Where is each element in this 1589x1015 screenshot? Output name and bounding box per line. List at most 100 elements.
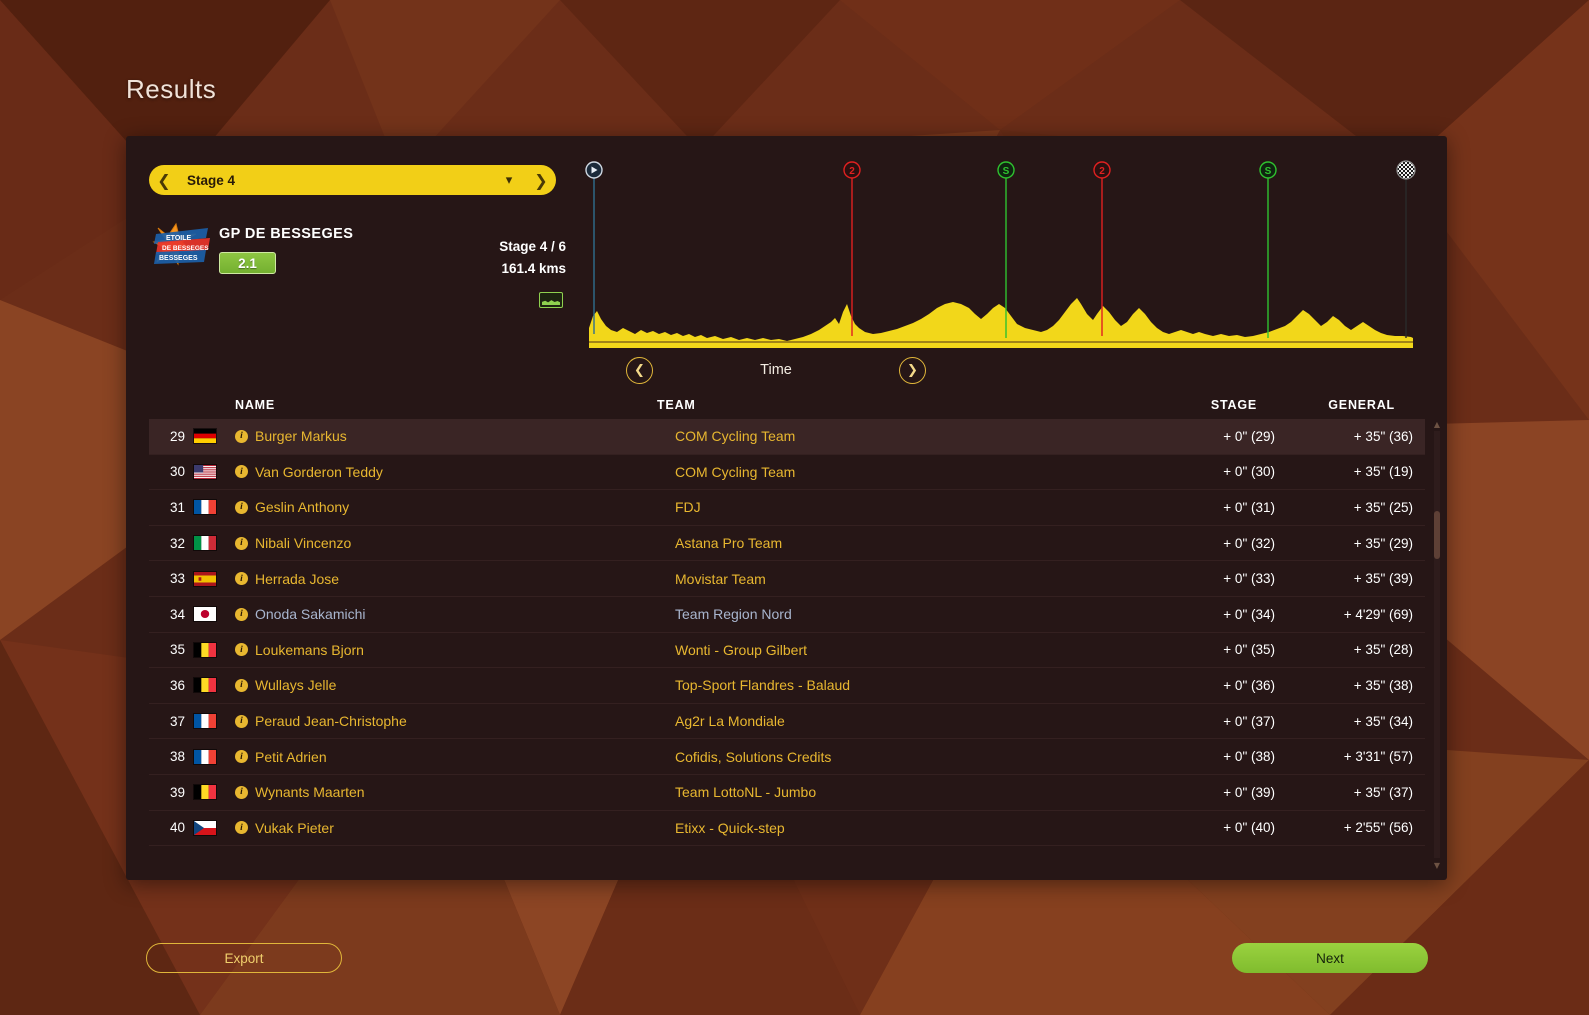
info-icon[interactable]: i [235,643,248,657]
row-name-cell[interactable]: i Onoda Sakamichi [235,606,675,622]
info-icon[interactable]: i [235,714,248,728]
header-general: GENERAL [1328,398,1395,412]
row-flag [193,428,235,445]
stage-distance: 161.4 kms [501,261,566,276]
row-general-time: + 35" (25) [1353,499,1413,515]
row-name-cell[interactable]: i Geslin Anthony [235,499,675,515]
rider-name: Wullays Jelle [255,677,337,694]
row-name-cell[interactable]: i Vukak Pieter [235,820,675,836]
row-name-cell[interactable]: i Peraud Jean-Christophe [235,713,675,729]
svg-text:DE BESSEGES: DE BESSEGES [162,245,209,252]
row-name-cell[interactable]: i Wynants Maarten [235,784,675,800]
info-icon[interactable]: i [235,536,248,550]
row-team[interactable]: Movistar Team [675,571,1125,587]
rider-name: Geslin Anthony [255,499,350,516]
flag-fr [193,713,217,730]
info-icon[interactable]: i [235,607,248,621]
table-row[interactable]: 30 i Van Gorderon Teddy COM Cycling Team + 0… [149,455,1425,491]
table-row[interactable]: 32 i Nibali Vincenzo Astana Pro Team + 0" (3… [149,526,1425,562]
info-icon[interactable]: i [235,785,248,799]
scroll-up-icon[interactable]: ▲ [1431,419,1443,429]
rider-name: Van Gorderon Teddy [255,463,383,480]
row-name-cell[interactable]: i Burger Markus [235,428,675,444]
row-general-time: + 35" (28) [1353,642,1413,658]
table-row[interactable]: 38 i Petit Adrien Cofidis, Solutions Credit… [149,739,1425,775]
results-scrollbar[interactable]: ▲ ▼ [1431,419,1443,870]
stage-next-icon[interactable]: ❯ [526,171,556,190]
row-team[interactable]: Team LottoNL - Jumbo [675,784,1125,800]
info-icon[interactable]: i [235,500,248,514]
scrollbar-track[interactable] [1434,431,1440,858]
info-icon[interactable]: i [235,750,248,764]
export-button[interactable]: Export [146,943,342,973]
flag-es [193,570,217,587]
flag-de [193,428,217,445]
flag-be [193,641,217,658]
row-team[interactable]: Astana Pro Team [675,535,1125,551]
stage-prev-icon[interactable]: ❮ [149,171,179,190]
row-general-time: + 35" (38) [1353,677,1413,693]
row-stage-time: + 0" (34) [1223,606,1275,622]
row-stage-time: + 0" (38) [1223,749,1275,765]
row-team[interactable]: Top-Sport Flandres - Balaud [675,677,1125,693]
row-general-time: + 35" (39) [1353,571,1413,587]
row-general-time: + 35" (37) [1353,784,1413,800]
row-flag [193,570,235,587]
flag-jp [193,606,217,623]
table-row[interactable]: 36 i Wullays Jelle Top-Sport Flandres - Bal… [149,668,1425,704]
table-row[interactable]: 31 i Geslin Anthony FDJ + 0" (31) + 35" (25) [149,490,1425,526]
row-team[interactable]: Cofidis, Solutions Credits [675,749,1125,765]
row-name-cell[interactable]: i Herrada Jose [235,571,675,587]
row-stage-time: + 0" (40) [1223,820,1275,836]
row-team[interactable]: COM Cycling Team [675,428,1125,444]
row-name-cell[interactable]: i Petit Adrien [235,749,675,765]
info-icon[interactable]: i [235,465,248,479]
table-row[interactable]: 34 i Onoda Sakamichi Team Region Nord + 0" (… [149,597,1425,633]
row-name-cell[interactable]: i Loukemans Bjorn [235,642,675,658]
info-icon[interactable]: i [235,678,248,692]
race-name: GP DE BESSEGES [219,226,354,242]
info-icon[interactable]: i [235,429,248,443]
results-rows: 29 i Burger Markus COM Cycling Team + 0" (29… [149,419,1425,847]
rider-name: Wynants Maarten [255,784,365,801]
table-row[interactable]: 29 i Burger Markus COM Cycling Team + 0" (29… [149,419,1425,455]
scroll-down-icon[interactable]: ▼ [1431,860,1443,870]
row-team[interactable]: Etixx - Quick-step [675,820,1125,836]
time-label: Time [760,362,792,378]
scrollbar-thumb[interactable] [1434,511,1440,559]
stage-selector-label: Stage 4 [187,172,236,188]
rider-name: Petit Adrien [255,748,327,765]
info-icon[interactable]: i [235,572,248,586]
flag-fr [193,499,217,516]
row-team[interactable]: Ag2r La Mondiale [675,713,1125,729]
row-team[interactable]: Wonti - Group Gilbert [675,642,1125,658]
row-team[interactable]: Team Region Nord [675,606,1125,622]
time-next-button[interactable]: ❯ [899,356,926,384]
results-table: 29 i Burger Markus COM Cycling Team + 0" (29… [149,419,1425,870]
row-name-cell[interactable]: i Wullays Jelle [235,677,675,693]
row-name-cell[interactable]: i Van Gorderon Teddy [235,464,675,480]
stage-selector[interactable]: ❮ Stage 4 ▾ ❯ [149,165,556,195]
flat-stage-icon [539,292,563,308]
row-rank: 30 [169,464,185,480]
info-icon[interactable]: i [235,821,248,835]
elevation-terrain [589,298,1413,348]
table-row[interactable]: 37 i Peraud Jean-Christophe Ag2r La Mondial… [149,704,1425,740]
row-rank: 35 [169,642,185,658]
row-team[interactable]: COM Cycling Team [675,464,1125,480]
svg-text:2: 2 [1099,166,1105,177]
chevron-down-icon[interactable]: ▾ [492,173,526,188]
table-row[interactable]: 33 i Herrada Jose Movistar Team + 0" (33) + 3… [149,561,1425,597]
next-button[interactable]: Next [1232,943,1428,973]
table-row[interactable]: 40 i Vukak Pieter Etixx - Quick-step + 0" (4… [149,811,1425,847]
row-flag [193,641,235,658]
time-prev-button[interactable]: ❮ [626,356,653,384]
row-general-time: + 2'55" (56) [1343,820,1413,836]
row-flag [193,535,235,552]
row-stage-time: + 0" (35) [1223,642,1275,658]
row-rank: 31 [169,499,185,515]
table-row[interactable]: 35 i Loukemans Bjorn Wonti - Group Gilbert +… [149,633,1425,669]
row-team[interactable]: FDJ [675,499,1125,515]
row-name-cell[interactable]: i Nibali Vincenzo [235,535,675,551]
table-row[interactable]: 39 i Wynants Maarten Team LottoNL - Jumbo + … [149,775,1425,811]
